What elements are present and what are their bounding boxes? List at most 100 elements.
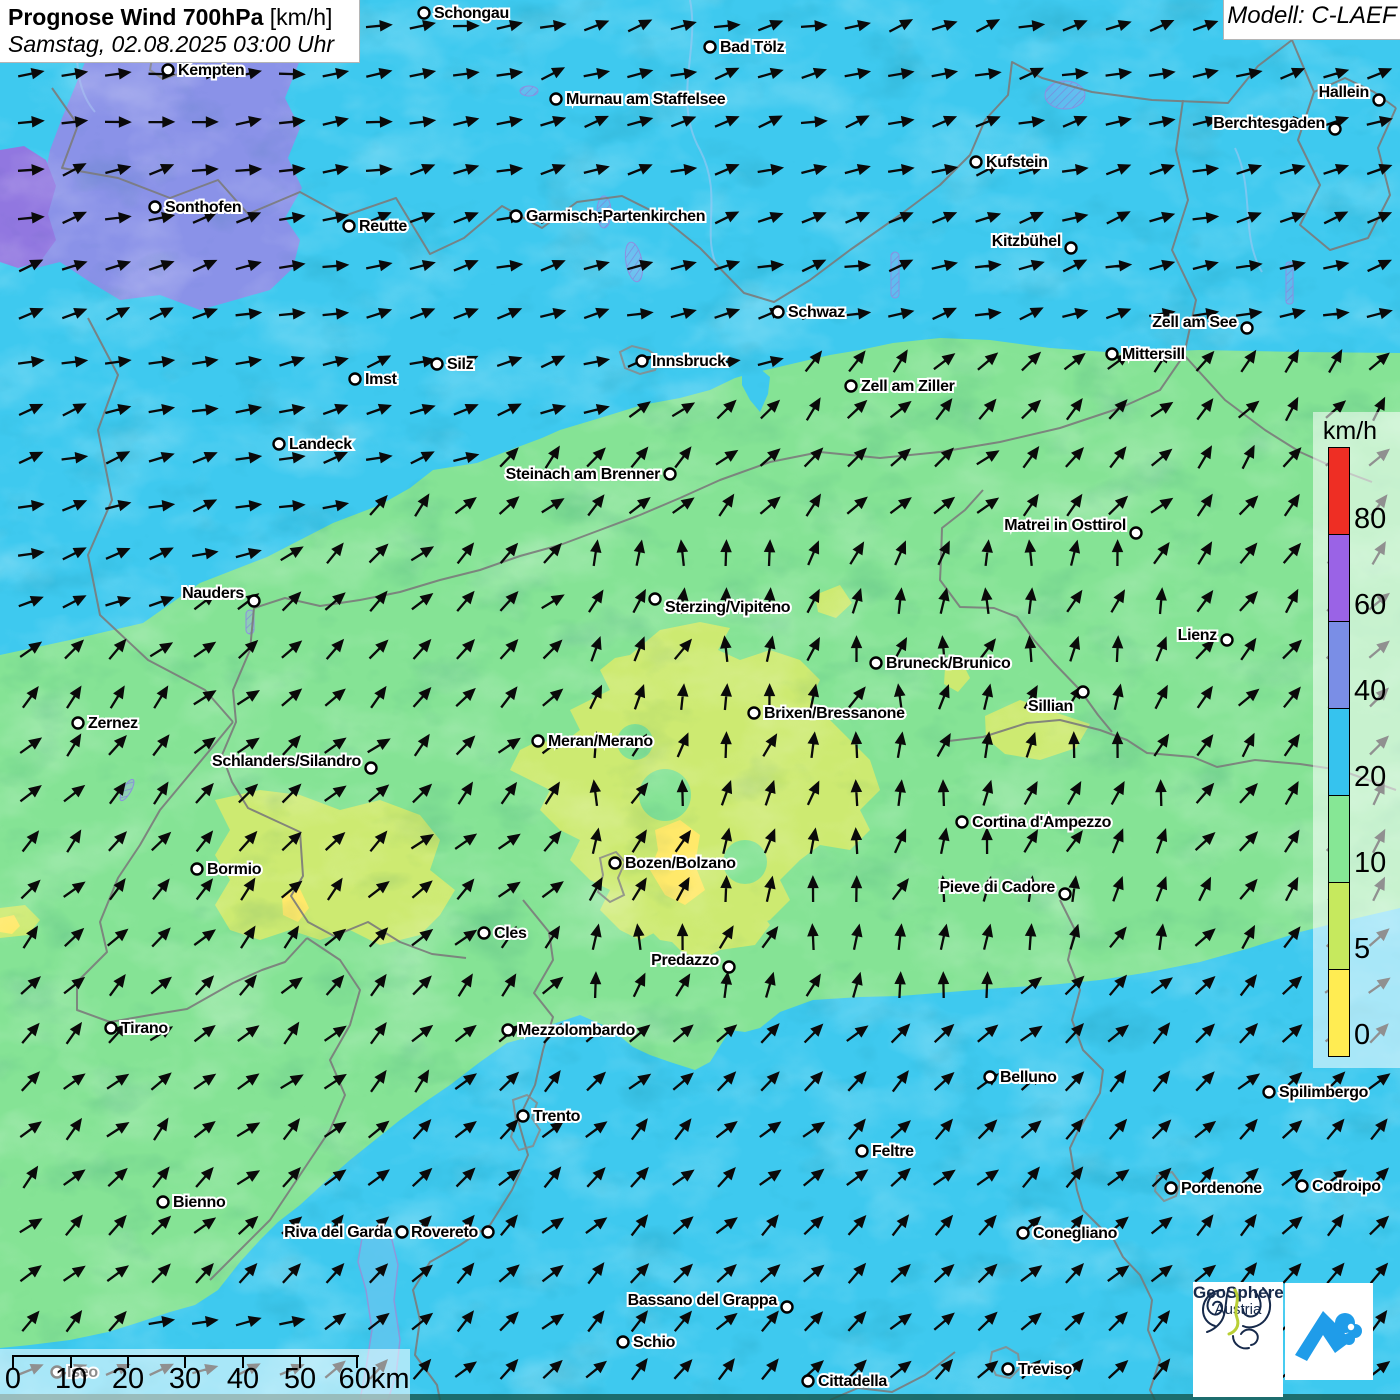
city-dot [503,1025,514,1036]
city-label: Predazzo [651,952,719,969]
city-label: Lienz [1178,627,1218,644]
city-marker: Zell am Ziller [846,378,955,395]
city-marker: Riva del Garda [284,1224,407,1241]
lake-staffelsee [520,86,538,96]
city-label: Kufstein [986,154,1048,171]
valid-time: Samstag, 02.08.2025 03:00 Uhr [8,31,351,58]
geosphere-logo: GeoSphere Austria [1193,1282,1283,1397]
city-label: Bruneck/Brunico [886,655,1011,672]
city-label: Codroipo [1312,1178,1381,1195]
city-label: Feltre [872,1143,914,1160]
city-dot [665,469,676,480]
city-dot [518,1111,529,1122]
city-marker: Meran/Merano [533,733,654,750]
wind-speed-legend: km/h 806040201050 [1313,412,1400,1068]
city-marker: Mezzolombardo [503,1022,636,1039]
city-label: Zernez [88,715,138,732]
city-label: Riva del Garda [284,1224,392,1241]
city-label: Innsbruck [652,353,726,370]
scale-tick-label: 0 [5,1363,21,1396]
legend-segment [1329,796,1349,883]
legend-segment [1329,535,1349,622]
legend-segment [1329,883,1349,970]
city-dot [73,718,84,729]
scale-tick-label: 50 [284,1363,316,1396]
city-dot [871,658,882,669]
city-marker: Berchtesgaden [1213,115,1340,135]
scale-tick-label: 60km [339,1363,410,1396]
city-label: Spilimbergo [1279,1084,1369,1101]
city-label: Tirano [121,1020,168,1037]
city-dot [1374,95,1385,106]
city-dot [350,374,361,385]
city-dot [773,307,784,318]
city-marker: Imst [350,371,398,388]
city-dot [158,1197,169,1208]
city-dot [419,8,430,19]
city-dot [1242,323,1253,334]
city-label: Belluno [1000,1069,1057,1086]
legend-unit-label: km/h [1313,417,1387,446]
city-dot [985,1072,996,1083]
city-label: Schlanders/Silandro [212,753,362,770]
page-title: Prognose Wind 700hPa [km/h] [8,4,351,31]
city-dot [1018,1228,1029,1239]
map-scale-bar: 0102030405060km [0,1349,410,1400]
legend-segment [1329,709,1349,796]
city-label: Conegliano [1033,1225,1118,1242]
city-dot [479,928,490,939]
city-label: Bienno [173,1194,226,1211]
city-marker: Silz [432,356,474,373]
city-dot [249,596,260,607]
city-label: Pordenone [1181,1180,1262,1197]
scale-tick-label: 10 [55,1363,87,1396]
city-label: Schwaz [788,304,845,321]
city-dot [366,763,377,774]
city-dot [650,594,661,605]
city-dot [705,42,716,53]
city-dot [397,1227,408,1238]
city-label: Silz [447,356,474,373]
scale-tick-label: 30 [169,1363,201,1396]
legend-segment [1329,622,1349,709]
legend-colorbar [1328,447,1350,1057]
legend-tick-label: 40 [1354,675,1386,707]
city-label: Treviso [1018,1361,1072,1378]
city-dot [782,1302,793,1313]
city-label: Sterzing/Vipiteno [665,599,791,616]
city-dot [511,211,522,222]
city-label: Murnau am Staffelsee [566,91,726,108]
city-dot [551,94,562,105]
city-dot [1131,528,1142,539]
city-dot [106,1023,117,1034]
city-label: Bozen/Bolzano [625,855,736,872]
city-dot [1107,349,1118,360]
legend-segment [1329,970,1349,1056]
city-marker: Conegliano [1018,1225,1118,1242]
city-marker: Murnau am Staffelsee [551,91,726,108]
city-marker: Bozen/Bolzano [610,855,737,872]
city-label: Rovereto [411,1224,478,1241]
city-dot [1330,124,1341,135]
city-label: Nauders [182,585,244,602]
legend-tick-label: 10 [1354,847,1386,879]
city-label: Mezzolombardo [518,1022,636,1039]
city-dot [637,356,648,367]
city-label: Kitzbühel [992,233,1061,250]
city-marker: Garmisch-Partenkirchen [511,208,706,225]
legend-segment [1329,448,1349,535]
city-dot [163,65,174,76]
city-dot [749,708,760,719]
city-dot [1297,1181,1308,1192]
city-marker: Spilimbergo [1264,1084,1369,1101]
city-dot [957,817,968,828]
mountain-cloud-icon [1285,1283,1373,1380]
city-dot [1078,687,1089,698]
city-label: Steinach am Brenner [506,466,660,483]
geosphere-contours-icon [1193,1282,1283,1354]
city-label: Bassano del Grappa [628,1292,778,1309]
city-dot [192,864,203,875]
city-label: Hallein [1319,84,1369,101]
model-label: Modell: C-LAEF [1223,0,1400,40]
city-label: Sonthofen [165,199,241,216]
